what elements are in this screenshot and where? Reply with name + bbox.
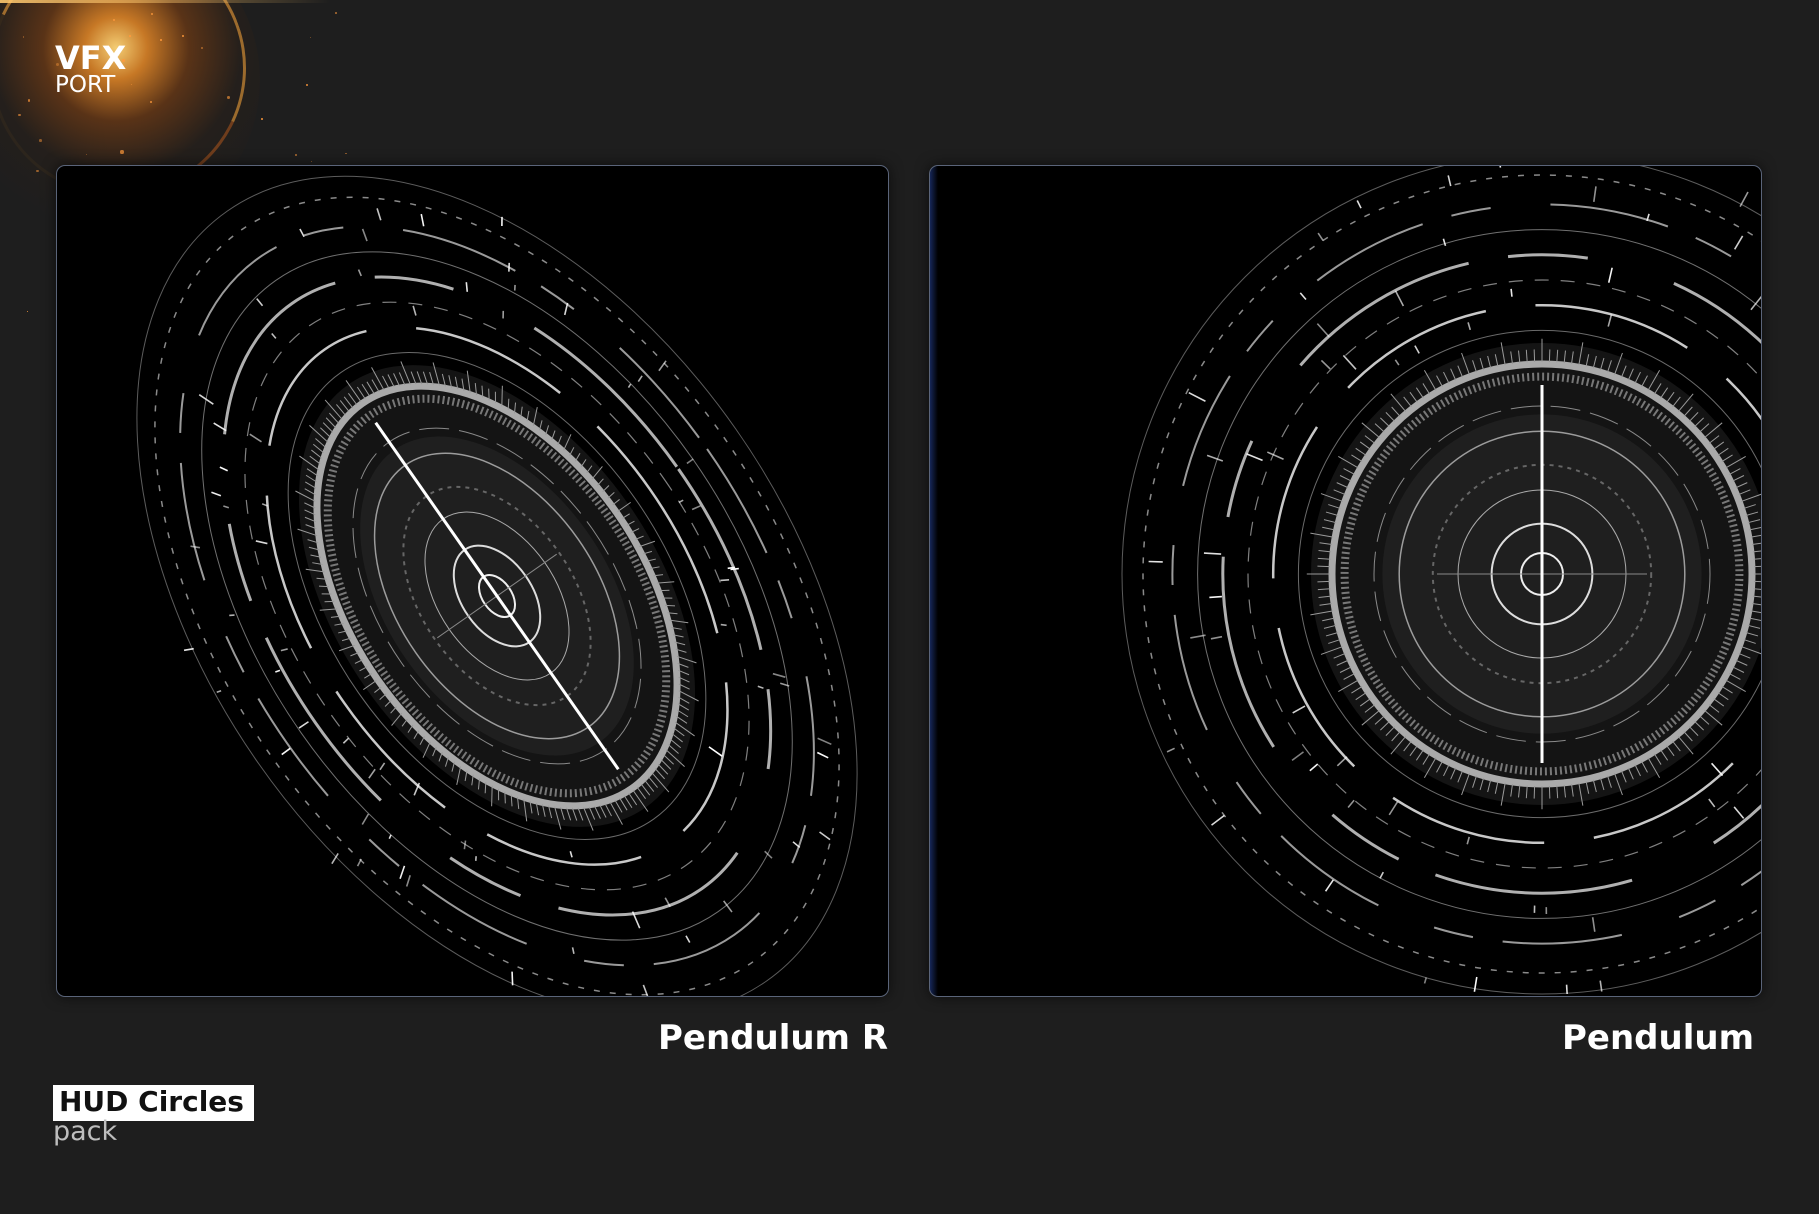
spark [261,118,264,121]
hud-rings [57,166,888,996]
spark [130,83,133,85]
spark [27,99,30,102]
spark [305,83,309,87]
hud-rings [1122,166,1761,994]
spark [18,113,21,116]
spark [200,46,203,50]
caption-pendulum-r: Pendulum R [657,1018,888,1058]
logo-line-1: VFX [55,39,127,77]
preview-panel-pendulum [929,165,1762,997]
spark [22,36,25,38]
spark [39,139,42,142]
light-streak [0,0,330,3]
spark [345,152,347,155]
spark [36,169,39,173]
spark [27,310,29,312]
pack-subtitle: pack [53,1116,118,1148]
preview-panel-pendulum-r [56,165,889,997]
caption-pendulum: Pendulum [1561,1018,1754,1058]
vfx-port-logo: VFX PORT [55,42,126,97]
spark [335,12,337,14]
spark [310,160,313,163]
spark [113,19,115,21]
logo-line-2: PORT [55,72,116,98]
spark [295,154,298,157]
spark [120,150,124,154]
pack-title: HUD Circles pack [53,1085,254,1147]
hud-circle-tilted-graphic [57,166,888,996]
hud-circle-frontal-graphic [930,166,1761,996]
spark [227,95,231,99]
spark [309,36,311,38]
